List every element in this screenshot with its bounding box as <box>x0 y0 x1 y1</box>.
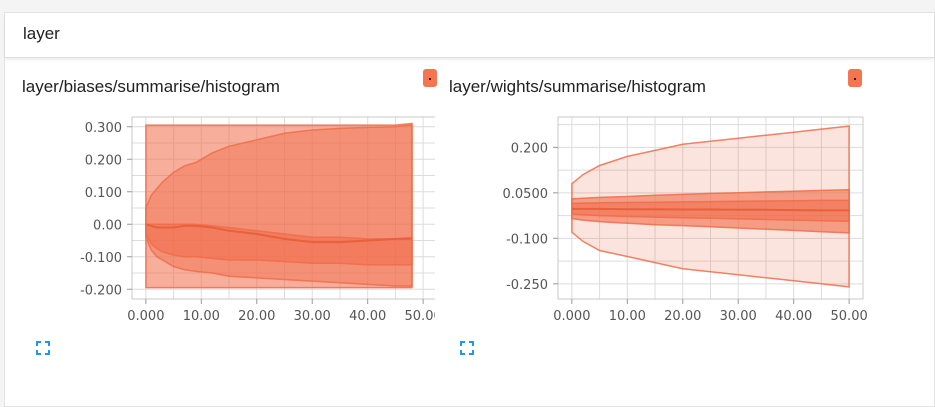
chip-dot-icon <box>429 78 431 80</box>
x-tick-label: 10.00 <box>183 309 220 324</box>
x-tick-label: 0.000 <box>127 309 164 324</box>
chart-svg: 0.300 0.200 0.100 0.00 -0.100 -0.200 0.000 10.0… <box>80 116 435 324</box>
panel-title: layer <box>23 24 60 43</box>
x-tick-label: 30.00 <box>294 309 331 324</box>
chip-dot-icon <box>854 78 856 80</box>
x-tick-label: 0.000 <box>553 309 590 324</box>
y-tick-label: 0.0500 <box>503 187 549 202</box>
chart-title: layer/biases/summarise/histogram <box>22 77 280 96</box>
x-tick-label: 50.00 <box>405 309 435 324</box>
x-tick-label: 40.00 <box>349 309 386 324</box>
chart-svg: 0.200 0.0500 -0.100 -0.250 0.000 10.00 20.00 30… <box>503 116 868 324</box>
summary-panel: layer layer/biases/summarise/histogram 0… <box>4 12 935 407</box>
y-tick-label: -0.100 <box>506 232 548 247</box>
x-tick-label: 40.00 <box>775 309 812 324</box>
y-tick-label: 0.300 <box>85 121 122 136</box>
color-picker-chip[interactable] <box>848 69 862 87</box>
x-tick-label: 50.00 <box>831 309 868 324</box>
y-tick-label: 0.00 <box>93 218 122 233</box>
y-tick-label: 0.200 <box>85 153 122 168</box>
y-tick-label: -0.200 <box>80 283 122 298</box>
y-tick-label: 0.200 <box>511 141 548 156</box>
chart-plot-area: 0.200 0.0500 -0.100 -0.250 0.000 10.00 20.00 30… <box>503 116 868 324</box>
x-tick-label: 30.00 <box>720 309 757 324</box>
chart-plot-area: 0.300 0.200 0.100 0.00 -0.100 -0.200 0.000 10.0… <box>80 116 435 324</box>
y-tick-label: -0.100 <box>80 251 122 266</box>
color-picker-chip[interactable] <box>423 69 437 87</box>
y-tick-label: -0.250 <box>506 278 548 293</box>
x-tick-label: 20.00 <box>664 309 701 324</box>
chart-title: layer/wights/summarise/histogram <box>449 77 706 96</box>
panel-header[interactable]: layer <box>5 13 934 58</box>
x-tick-label: 10.00 <box>609 309 646 324</box>
y-tick-label: 0.100 <box>85 186 122 201</box>
fullscreen-expand-icon[interactable] <box>460 341 474 355</box>
x-tick-label: 20.00 <box>238 309 275 324</box>
fullscreen-expand-icon[interactable] <box>36 341 50 355</box>
